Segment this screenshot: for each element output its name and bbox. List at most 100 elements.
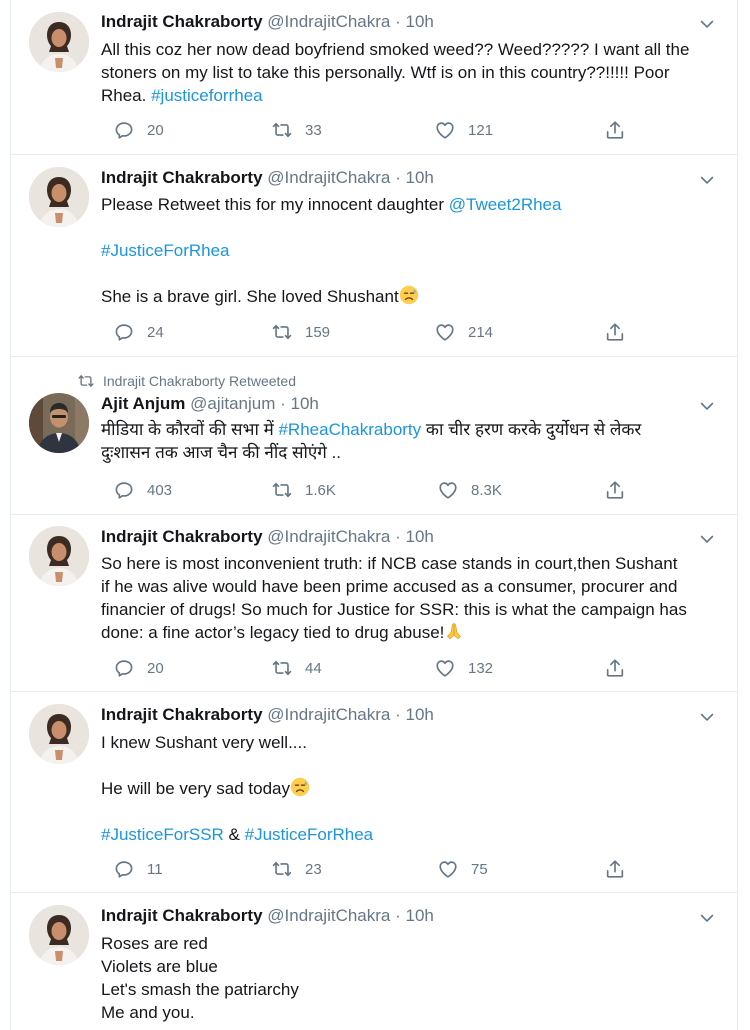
retweet-button[interactable]: 23 xyxy=(271,857,322,881)
action-bar: 20 44 132 xyxy=(101,656,661,680)
reply-icon xyxy=(113,321,135,343)
chevron-down-icon[interactable] xyxy=(697,170,717,190)
hashtag-link[interactable]: #justiceforrhea xyxy=(151,86,263,105)
tweet-header: Indrajit Chakraborty @IndrajitChakra · 1… xyxy=(101,12,434,31)
chevron-down-icon[interactable] xyxy=(697,707,717,727)
tweet-text: मीडिया के कौरवों की सभा में #RheaChakrab… xyxy=(101,418,723,464)
heart-icon xyxy=(437,479,459,501)
tweet-header: Indrajit Chakraborty @IndrajitChakra · 1… xyxy=(101,527,434,546)
author-name[interactable]: Indrajit Chakraborty xyxy=(101,12,263,31)
author-name[interactable]: Indrajit Chakraborty xyxy=(101,906,263,925)
mention-link[interactable]: @Tweet2Rhea xyxy=(449,195,562,214)
text-line: stoners on my list to take this personal… xyxy=(101,63,670,82)
author-handle[interactable]: @ajitanjum xyxy=(190,394,275,413)
share-icon xyxy=(604,479,626,501)
sad-face-emoji-icon xyxy=(290,777,310,797)
avatar[interactable] xyxy=(29,526,89,586)
reply-button[interactable]: 11 xyxy=(113,857,163,881)
retweet-count: 1.6K xyxy=(305,481,336,499)
text-line: Let's smash the patriarchy xyxy=(101,980,299,999)
text-line: दुःशासन तक आज चैन की नींद सोएंगे .. xyxy=(101,443,342,462)
text-line: if he was alive would have been prime ac… xyxy=(101,577,678,596)
like-button[interactable]: 132 xyxy=(434,656,493,680)
retweet-icon xyxy=(77,372,95,390)
retweet-button[interactable]: 33 xyxy=(271,118,322,142)
author-handle[interactable]: @IndrajitChakra xyxy=(267,705,390,724)
reply-icon xyxy=(113,657,135,679)
share-button[interactable] xyxy=(604,320,638,344)
reply-button[interactable]: 403 xyxy=(113,478,172,502)
like-button[interactable]: 214 xyxy=(434,320,493,344)
author-name[interactable]: Indrajit Chakraborty xyxy=(101,705,263,724)
retweet-button[interactable]: 159 xyxy=(271,320,330,344)
reply-count: 403 xyxy=(147,481,173,499)
like-count: 121 xyxy=(468,121,494,139)
text-line: Rhea. xyxy=(101,86,152,105)
share-button[interactable] xyxy=(604,857,638,881)
retweet-icon xyxy=(271,479,293,501)
author-name[interactable]: Ajit Anjum xyxy=(101,394,185,413)
chevron-down-icon[interactable] xyxy=(697,529,717,549)
text-line: Please Retweet this for my innocent daug… xyxy=(101,195,449,214)
reply-button[interactable]: 20 xyxy=(113,656,164,680)
retweet-button[interactable]: 44 xyxy=(271,656,322,680)
text-line: & xyxy=(223,825,245,844)
chevron-down-icon[interactable] xyxy=(697,14,717,34)
reply-button[interactable]: 24 xyxy=(113,320,164,344)
sad-face-emoji-icon xyxy=(399,285,419,305)
avatar[interactable] xyxy=(29,905,89,965)
retweet-count: 159 xyxy=(305,323,331,341)
avatar[interactable] xyxy=(29,12,89,72)
tweet-4[interactable]: Indrajit Chakraborty @IndrajitChakra · 1… xyxy=(11,515,737,692)
avatar[interactable] xyxy=(29,393,89,453)
author-handle[interactable]: @IndrajitChakra xyxy=(267,527,390,546)
hashtag-link[interactable]: #JusticeForRhea xyxy=(245,825,374,844)
text-line: Violets are blue xyxy=(101,957,218,976)
reply-icon xyxy=(113,858,135,880)
action-bar: 11 23 75 xyxy=(101,857,661,881)
tweet-text: I knew Sushant very well.... He will be … xyxy=(101,731,723,846)
folded-hands-emoji-icon xyxy=(444,621,464,641)
retweeted-by-label[interactable]: Indrajit Chakraborty Retweeted xyxy=(103,373,296,389)
share-button[interactable] xyxy=(604,478,638,502)
tweet-2[interactable]: Indrajit Chakraborty @IndrajitChakra · 1… xyxy=(11,155,737,357)
tweet-text: Roses are red Violets are blue Let's sma… xyxy=(101,932,723,1024)
timestamp[interactable]: 10h xyxy=(405,168,433,187)
like-button[interactable]: 121 xyxy=(434,118,493,142)
share-button[interactable] xyxy=(604,118,638,142)
tweet-5[interactable]: Indrajit Chakraborty @IndrajitChakra · 1… xyxy=(11,692,737,893)
tweet-header: Indrajit Chakraborty @IndrajitChakra · 1… xyxy=(101,906,434,925)
timestamp[interactable]: 10h xyxy=(405,906,433,925)
hashtag-link[interactable]: #JusticeForRhea xyxy=(101,241,230,260)
tweet-3[interactable]: Indrajit Chakraborty Retweeted Ajit Anju… xyxy=(11,357,737,515)
timestamp[interactable]: 10h xyxy=(405,12,433,31)
text-line: done: a fine actor’s legacy tied to drug… xyxy=(101,623,445,642)
author-handle[interactable]: @IndrajitChakra xyxy=(267,906,390,925)
like-button[interactable]: 75 xyxy=(437,857,488,881)
author-handle[interactable]: @IndrajitChakra xyxy=(267,12,390,31)
chevron-down-icon[interactable] xyxy=(697,908,717,928)
avatar[interactable] xyxy=(29,167,89,227)
heart-icon xyxy=(434,657,456,679)
avatar[interactable] xyxy=(29,704,89,764)
timestamp[interactable]: 10h xyxy=(291,394,319,413)
chevron-down-icon[interactable] xyxy=(697,396,717,416)
timestamp[interactable]: 10h xyxy=(405,705,433,724)
reply-count: 11 xyxy=(147,860,163,878)
author-name[interactable]: Indrajit Chakraborty xyxy=(101,527,263,546)
author-handle[interactable]: @IndrajitChakra xyxy=(267,168,390,187)
like-button[interactable]: 8.3K xyxy=(437,478,502,502)
author-name[interactable]: Indrajit Chakraborty xyxy=(101,168,263,187)
share-button[interactable] xyxy=(604,656,638,680)
tweet-6[interactable]: Indrajit Chakraborty @IndrajitChakra · 1… xyxy=(11,893,737,1030)
like-count: 214 xyxy=(468,323,494,341)
heart-icon xyxy=(434,321,456,343)
timestamp[interactable]: 10h xyxy=(405,527,433,546)
retweet-icon xyxy=(271,321,293,343)
retweet-button[interactable]: 1.6K xyxy=(271,478,336,502)
tweet-1[interactable]: Indrajit Chakraborty @IndrajitChakra · 1… xyxy=(11,0,737,155)
reply-button[interactable]: 20 xyxy=(113,118,164,142)
hashtag-link[interactable]: #JusticeForSSR xyxy=(101,825,224,844)
hashtag-link[interactable]: #RheaChakraborty xyxy=(278,420,421,439)
like-count: 132 xyxy=(468,659,494,677)
